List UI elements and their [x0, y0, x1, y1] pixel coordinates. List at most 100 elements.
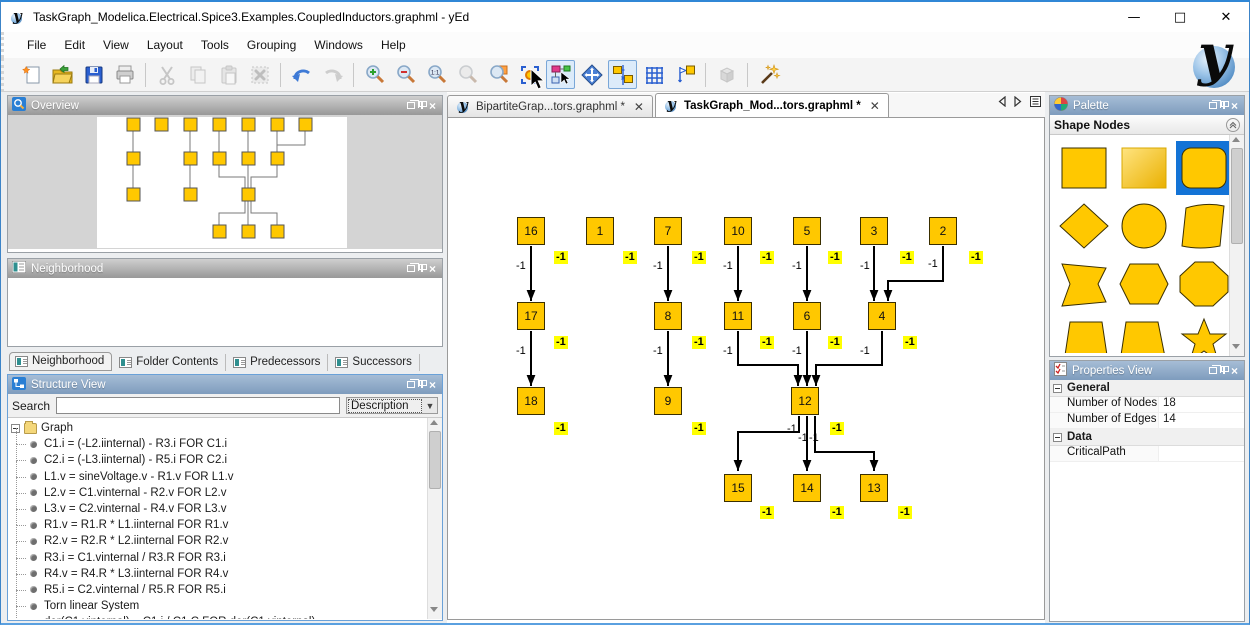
menu-file[interactable]: File: [18, 34, 55, 56]
close-icon[interactable]: ×: [429, 264, 436, 274]
palette-shape-concave-hexagon[interactable]: [1056, 257, 1112, 311]
menu-help[interactable]: Help: [372, 34, 415, 56]
close-icon[interactable]: ×: [1231, 366, 1238, 376]
palette-shape-trapezoid-2[interactable]: [1116, 315, 1172, 353]
menu-grouping[interactable]: Grouping: [238, 34, 305, 56]
close-icon[interactable]: ×: [429, 101, 436, 111]
float-icon[interactable]: [1209, 102, 1217, 109]
overview-panel-header[interactable]: Overview ×: [8, 96, 442, 115]
tree-item[interactable]: Torn linear System: [8, 598, 442, 614]
graph-node-15[interactable]: 15: [724, 474, 752, 502]
node-badge[interactable]: -1: [760, 506, 774, 519]
palette-shape-diamond[interactable]: [1056, 199, 1112, 253]
scroll-down-icon[interactable]: [1232, 344, 1242, 354]
edge-2-4[interactable]: [888, 246, 943, 301]
graph-node-10[interactable]: 10: [724, 217, 752, 245]
node-badge[interactable]: -1: [692, 422, 706, 435]
palette-shape-rectangle[interactable]: [1056, 141, 1112, 195]
menu-view[interactable]: View: [94, 34, 138, 56]
palette-scrollbar[interactable]: [1229, 135, 1244, 356]
zoom-1-1-button[interactable]: 1:1: [422, 60, 451, 89]
dock-tab-successors[interactable]: Successors: [330, 354, 419, 371]
float-icon[interactable]: [1209, 367, 1217, 374]
scroll-down-icon[interactable]: [430, 607, 440, 617]
save-button[interactable]: [79, 60, 108, 89]
menu-windows[interactable]: Windows: [305, 34, 372, 56]
dock-tab-predecessors[interactable]: Predecessors: [228, 354, 328, 371]
edge-label[interactable]: -1: [860, 345, 870, 357]
palette-shape-sheared-rectangle[interactable]: [1176, 199, 1232, 253]
property-value[interactable]: 14: [1158, 413, 1244, 428]
float-icon[interactable]: [407, 102, 415, 109]
tab-close-icon[interactable]: ✕: [870, 99, 880, 113]
graph-node-8[interactable]: 8: [654, 302, 682, 330]
pin-icon[interactable]: [1223, 101, 1225, 109]
pin-icon[interactable]: [421, 101, 423, 109]
palette-shape-rectangle-3d[interactable]: [1116, 141, 1172, 195]
dock-tab-folder-contents[interactable]: Folder Contents: [114, 354, 226, 371]
node-badge[interactable]: -1: [830, 506, 844, 519]
shape-nodes-section[interactable]: Shape Nodes: [1050, 115, 1244, 135]
properties-view-header[interactable]: Properties View ×: [1050, 361, 1244, 380]
menu-tools[interactable]: Tools: [192, 34, 238, 56]
node-badge[interactable]: -1: [554, 422, 568, 435]
graph-node-7[interactable]: 7: [654, 217, 682, 245]
node-badge[interactable]: -1: [554, 251, 568, 264]
edge-label[interactable]: -1: [516, 345, 526, 357]
edge-label[interactable]: -1: [723, 345, 733, 357]
edge-label[interactable]: -1: [653, 345, 663, 357]
tree-item[interactable]: R1.v = R1.R * L1.iinternal FOR R1.v: [8, 517, 442, 533]
tree-item[interactable]: L1.v = sineVoltage.v - R1.v FOR L1.v: [8, 469, 442, 485]
pin-icon[interactable]: [421, 264, 423, 272]
tree-item[interactable]: C1.i = (-L2.iinternal) - R3.i FOR C1.i: [8, 436, 442, 452]
palette-shape-trapezoid[interactable]: [1056, 315, 1112, 353]
scroll-thumb[interactable]: [1231, 148, 1243, 244]
edge-4-12[interactable]: [816, 331, 882, 386]
graph-node-16[interactable]: 16: [517, 217, 545, 245]
graph-canvas[interactable]: 161710532178116418912151413-1-1-1-1-1-1-…: [447, 117, 1045, 620]
graph-node-5[interactable]: 5: [793, 217, 821, 245]
scroll-up-icon[interactable]: [1232, 137, 1242, 147]
palette-panel-header[interactable]: Palette ×: [1050, 96, 1244, 115]
graph-node-2[interactable]: 2: [929, 217, 957, 245]
node-badge[interactable]: -1: [828, 336, 842, 349]
filter-dropdown[interactable]: Description ▼: [346, 397, 438, 414]
edit-mode-button[interactable]: [546, 60, 575, 89]
graph-node-17[interactable]: 17: [517, 302, 545, 330]
document-tab-0[interactable]: yBipartiteGrap...tors.graphml *✕: [447, 95, 653, 117]
node-badge[interactable]: -1: [969, 251, 983, 264]
scroll-thumb[interactable]: [429, 431, 441, 489]
graph-node-18[interactable]: 18: [517, 387, 545, 415]
node-badge[interactable]: -1: [554, 336, 568, 349]
palette-shape-round-rectangle[interactable]: [1176, 141, 1232, 195]
scroll-up-icon[interactable]: [430, 420, 440, 430]
graph-node-4[interactable]: 4: [868, 302, 896, 330]
node-badge[interactable]: -1: [828, 251, 842, 264]
minimize-button[interactable]: —: [1111, 2, 1157, 32]
next-tab-icon[interactable]: [1014, 96, 1022, 110]
search-input[interactable]: [56, 397, 340, 414]
pin-icon[interactable]: [421, 380, 423, 388]
node-badge[interactable]: -1: [898, 506, 912, 519]
zoom-out-button[interactable]: [391, 60, 420, 89]
node-badge[interactable]: -1: [692, 251, 706, 264]
node-badge[interactable]: -1: [760, 336, 774, 349]
menu-layout[interactable]: Layout: [138, 34, 192, 56]
zoom-selection-button[interactable]: [484, 60, 513, 89]
neighborhood-panel-header[interactable]: Neighborhood ×: [8, 259, 442, 278]
edge-label[interactable]: -1: [787, 423, 797, 435]
tree-scrollbar[interactable]: [427, 418, 442, 619]
tree-item[interactable]: L2.v = C1.vinternal - R2.v FOR L2.v: [8, 485, 442, 501]
maximize-button[interactable]: □: [1157, 2, 1203, 32]
edge-label[interactable]: -1: [928, 258, 938, 270]
graph-node-14[interactable]: 14: [793, 474, 821, 502]
tree-item[interactable]: der(C1.vinternal) = C1.i / C1.C FOR der(…: [8, 614, 442, 619]
edge-label[interactable]: -1: [723, 260, 733, 272]
collapse-group-icon[interactable]: [1053, 384, 1062, 393]
edge-12-13[interactable]: [815, 416, 874, 471]
palette-shape-hexagon[interactable]: [1116, 257, 1172, 311]
palette-shape-octagon[interactable]: [1176, 257, 1232, 311]
print-button[interactable]: [110, 60, 139, 89]
graph-node-13[interactable]: 13: [860, 474, 888, 502]
collapse-group-icon[interactable]: [1053, 433, 1062, 442]
